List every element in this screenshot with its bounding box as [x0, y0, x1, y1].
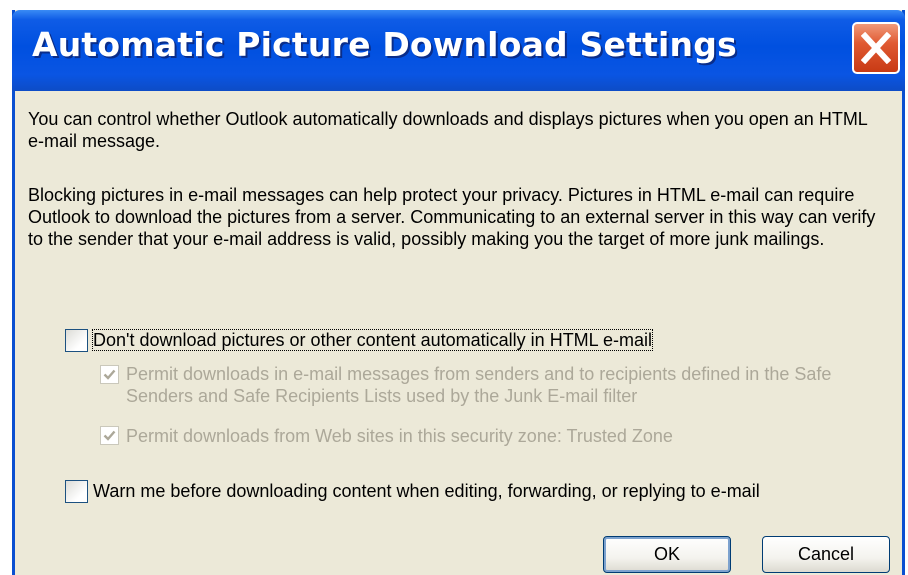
privacy-explanation: Blocking pictures in e-mail messages can… — [28, 185, 876, 249]
close-icon — [861, 32, 891, 64]
dialog-window: Automatic Picture Download Settings You … — [12, 10, 905, 575]
warn-before-download-checkbox[interactable] — [65, 480, 88, 503]
ok-button[interactable]: OK — [603, 536, 731, 573]
checkmark-icon — [103, 430, 116, 441]
close-button[interactable] — [852, 22, 900, 74]
permit-safe-senders-label[interactable]: Permit downloads in e-mail messages from… — [126, 363, 886, 407]
permit-trusted-zone-checkbox[interactable] — [100, 426, 119, 445]
dialog-title: Automatic Picture Download Settings — [32, 25, 737, 64]
dialog-body: You can control whether Outlook automati… — [15, 91, 902, 575]
dont-download-label[interactable]: Don't download pictures or other content… — [91, 329, 654, 351]
dont-download-checkbox[interactable] — [65, 329, 88, 352]
cancel-button[interactable]: Cancel — [762, 536, 890, 573]
warn-before-download-label[interactable]: Warn me before downloading content when … — [93, 480, 760, 502]
title-bar[interactable]: Automatic Picture Download Settings — [12, 10, 905, 91]
permit-trusted-zone-label[interactable]: Permit downloads from Web sites in this … — [126, 425, 673, 447]
intro-text: You can control whether Outlook automati… — [28, 109, 868, 151]
checkmark-icon — [103, 369, 116, 380]
permit-safe-senders-checkbox[interactable] — [100, 365, 119, 384]
